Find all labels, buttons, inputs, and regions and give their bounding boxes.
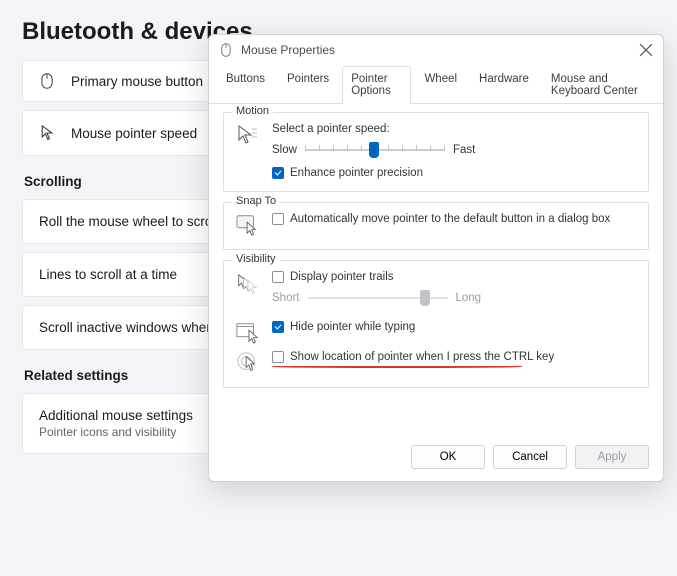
setting-label: Additional mouse settings — [39, 408, 193, 423]
tab-pane: Motion Select a pointer speed: Slow Fast — [209, 104, 663, 435]
setting-label: Roll the mouse wheel to scroll — [39, 214, 218, 229]
tabstrip: Buttons Pointers Pointer Options Wheel H… — [209, 65, 663, 104]
pointer-trails-checkbox[interactable] — [272, 271, 284, 283]
titlebar: Mouse Properties — [209, 35, 663, 65]
setting-label: Mouse pointer speed — [71, 126, 197, 141]
enhance-precision-checkbox[interactable] — [272, 167, 284, 179]
group-snap-to: Snap To Automatically move pointer to th… — [223, 202, 649, 250]
tab-hardware[interactable]: Hardware — [470, 66, 538, 104]
group-visibility: Visibility Display pointer trails Short — [223, 260, 649, 388]
short-label: Short — [272, 292, 300, 304]
tab-buttons[interactable]: Buttons — [217, 66, 274, 104]
snap-to-icon — [236, 213, 260, 237]
pointer-trails-label: Display pointer trails — [290, 271, 394, 283]
hide-typing-label: Hide pointer while typing — [290, 321, 415, 333]
annotation-underline — [272, 365, 522, 368]
setting-sublabel: Pointer icons and visibility — [39, 425, 193, 439]
slow-label: Slow — [272, 144, 297, 156]
cursor-icon — [39, 125, 55, 141]
tab-pointer-options[interactable]: Pointer Options — [342, 66, 411, 104]
tab-pointers[interactable]: Pointers — [278, 66, 338, 104]
pointer-trails-icon — [236, 271, 260, 295]
dialog-title: Mouse Properties — [241, 43, 335, 57]
group-title: Motion — [232, 105, 273, 117]
group-title: Snap To — [232, 195, 280, 207]
pointer-speed-slider[interactable] — [305, 141, 445, 159]
mouse-icon — [219, 43, 233, 57]
group-motion: Motion Select a pointer speed: Slow Fast — [223, 112, 649, 192]
hide-typing-checkbox[interactable] — [272, 321, 284, 333]
trails-slider — [308, 289, 448, 307]
ctrl-locate-icon — [236, 351, 260, 375]
long-label: Long — [456, 292, 482, 304]
tab-wheel[interactable]: Wheel — [415, 66, 466, 104]
enhance-precision-label: Enhance pointer precision — [290, 167, 423, 179]
pointer-speed-label: Select a pointer speed: — [272, 123, 636, 135]
hide-typing-icon — [236, 321, 260, 345]
snap-to-label: Automatically move pointer to the defaul… — [290, 213, 610, 225]
setting-label: Lines to scroll at a time — [39, 267, 177, 282]
setting-label: Primary mouse button — [71, 74, 203, 89]
ctrl-locate-checkbox[interactable] — [272, 351, 284, 363]
ok-button[interactable]: OK — [411, 445, 485, 469]
group-title: Visibility — [232, 253, 280, 265]
mouse-properties-dialog: Mouse Properties Buttons Pointers Pointe… — [208, 34, 664, 482]
apply-button: Apply — [575, 445, 649, 469]
tab-keyboard-center[interactable]: Mouse and Keyboard Center — [542, 66, 655, 104]
cancel-button[interactable]: Cancel — [493, 445, 567, 469]
ctrl-locate-label: Show location of pointer when I press th… — [290, 351, 554, 363]
fast-label: Fast — [453, 144, 475, 156]
setting-label: Scroll inactive windows when — [39, 320, 214, 335]
dialog-buttons: OK Cancel Apply — [209, 435, 663, 481]
snap-to-checkbox[interactable] — [272, 213, 284, 225]
cursor-speed-icon — [236, 123, 260, 147]
mouse-icon — [39, 73, 55, 89]
close-icon[interactable] — [639, 43, 653, 57]
